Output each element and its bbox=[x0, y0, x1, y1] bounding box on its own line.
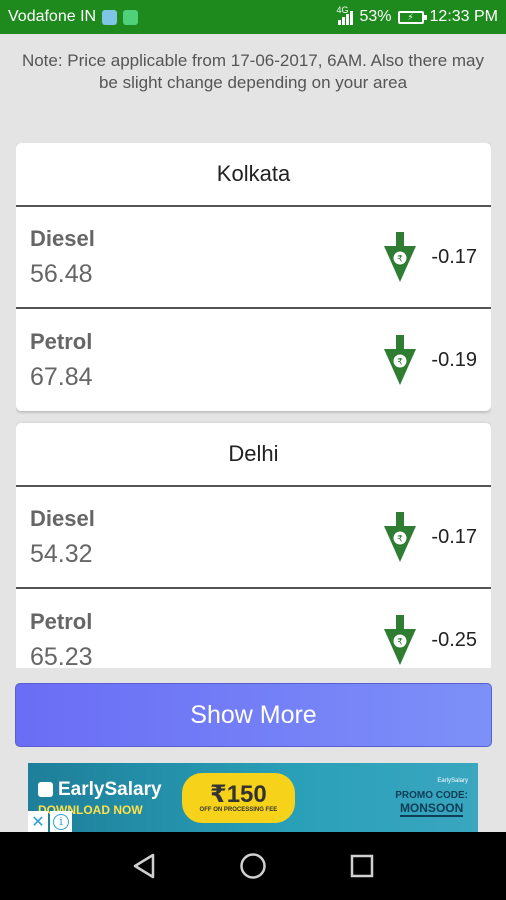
city-name: Kolkata bbox=[16, 143, 491, 207]
change-value: -0.19 bbox=[431, 348, 477, 371]
change-value: -0.25 bbox=[431, 628, 477, 651]
battery-percent: 53% bbox=[359, 8, 392, 25]
city-card-delhi: Delhi Diesel 54.32 ₹ -0.17 Petrol 65.23 bbox=[16, 423, 491, 668]
ad-offer-subtitle: OFF ON PROCESSING FEE bbox=[199, 806, 278, 813]
ad-corner-brand: EarlySalary bbox=[437, 778, 468, 784]
fuel-name: Petrol bbox=[30, 328, 93, 354]
svg-text:₹: ₹ bbox=[398, 255, 404, 265]
price-list[interactable]: Kolkata Diesel 56.48 ₹ -0.17 Petrol 67.8… bbox=[16, 143, 491, 668]
fuel-info: Diesel 54.32 bbox=[30, 506, 95, 569]
status-bar: Vodafone IN 4G 53% ⚡ 12:33 PM bbox=[0, 0, 506, 34]
ad-offer-amount: ₹150 bbox=[210, 780, 267, 808]
ad-info-icon[interactable]: i bbox=[50, 811, 72, 832]
price-change: ₹ -0.19 bbox=[383, 335, 477, 385]
fuel-info: Diesel 56.48 bbox=[30, 226, 95, 289]
fuel-name: Diesel bbox=[30, 505, 95, 531]
nav-recents-button[interactable] bbox=[342, 846, 382, 886]
ad-brand-label: EarlySalary bbox=[58, 778, 162, 800]
fuel-price: 67.84 bbox=[30, 362, 93, 391]
price-note: Note: Price applicable from 17-06-2017, … bbox=[21, 51, 485, 92]
fuel-row-petrol[interactable]: Petrol 65.23 ₹ -0.25 bbox=[16, 589, 491, 669]
fuel-row-diesel[interactable]: Diesel 56.48 ₹ -0.17 bbox=[16, 207, 491, 309]
ad-close-icon[interactable]: ✕ bbox=[28, 811, 48, 832]
city-name: Delhi bbox=[16, 423, 491, 487]
change-value: -0.17 bbox=[431, 245, 477, 268]
nav-back-button[interactable] bbox=[124, 846, 164, 886]
recents-square-icon bbox=[350, 854, 373, 878]
nav-home-button[interactable] bbox=[233, 846, 273, 886]
svg-text:₹: ₹ bbox=[398, 358, 404, 368]
fuel-info: Petrol 65.23 bbox=[30, 609, 93, 669]
svg-text:₹: ₹ bbox=[398, 535, 404, 545]
fuel-row-diesel[interactable]: Diesel 54.32 ₹ -0.17 bbox=[16, 487, 491, 589]
price-down-arrow-icon: ₹ bbox=[384, 615, 417, 665]
fuel-price: 56.48 bbox=[30, 259, 93, 288]
ad-promo-code: MONSOON bbox=[399, 801, 464, 817]
clock: 12:33 PM bbox=[429, 8, 498, 25]
status-right: 4G 53% ⚡ 12:33 PM bbox=[336, 5, 498, 26]
earlysalary-logo-icon bbox=[38, 782, 53, 797]
system-nav-bar bbox=[0, 832, 506, 900]
fuel-price: 65.23 bbox=[30, 642, 93, 669]
price-down-arrow-icon: ₹ bbox=[384, 335, 417, 385]
fuel-name: Petrol bbox=[30, 608, 93, 634]
status-left: Vodafone IN bbox=[8, 8, 139, 26]
price-change: ₹ -0.17 bbox=[383, 512, 477, 562]
fuel-row-petrol[interactable]: Petrol 67.84 ₹ -0.19 bbox=[16, 309, 491, 411]
notification-app-icon bbox=[102, 9, 118, 25]
change-value: -0.17 bbox=[431, 525, 477, 548]
signal-icon: 4G bbox=[336, 5, 354, 25]
city-card-kolkata: Kolkata Diesel 56.48 ₹ -0.17 Petrol 67.8… bbox=[16, 143, 491, 411]
notification-android-icon bbox=[123, 9, 139, 25]
ad-offer-badge: ₹150 OFF ON PROCESSING FEE bbox=[181, 772, 296, 823]
price-change: ₹ -0.25 bbox=[383, 615, 477, 665]
ad-promo: EarlySalary PROMO CODE: MONSOON bbox=[395, 778, 468, 817]
ad-banner[interactable]: EarlySalary DOWNLOAD NOW ₹150 OFF ON PRO… bbox=[28, 763, 478, 832]
battery-charging-icon: ⚡ bbox=[397, 10, 427, 24]
home-circle-icon bbox=[240, 853, 266, 879]
ad-promo-label: PROMO CODE: bbox=[395, 790, 468, 801]
price-down-arrow-icon: ₹ bbox=[384, 512, 417, 562]
back-triangle-icon bbox=[134, 853, 155, 879]
price-change: ₹ -0.17 bbox=[383, 232, 477, 282]
fuel-price: 54.32 bbox=[30, 539, 93, 568]
ad-brand: EarlySalary bbox=[38, 779, 162, 801]
carrier-label: Vodafone IN bbox=[8, 8, 97, 25]
ad-info-glyph: i bbox=[53, 813, 69, 830]
fuel-name: Diesel bbox=[30, 225, 95, 251]
fuel-info: Petrol 67.84 bbox=[30, 329, 93, 392]
network-type-label: 4G bbox=[336, 5, 349, 15]
show-more-button[interactable]: Show More bbox=[15, 683, 492, 747]
price-down-arrow-icon: ₹ bbox=[384, 232, 417, 282]
svg-text:₹: ₹ bbox=[398, 638, 404, 648]
